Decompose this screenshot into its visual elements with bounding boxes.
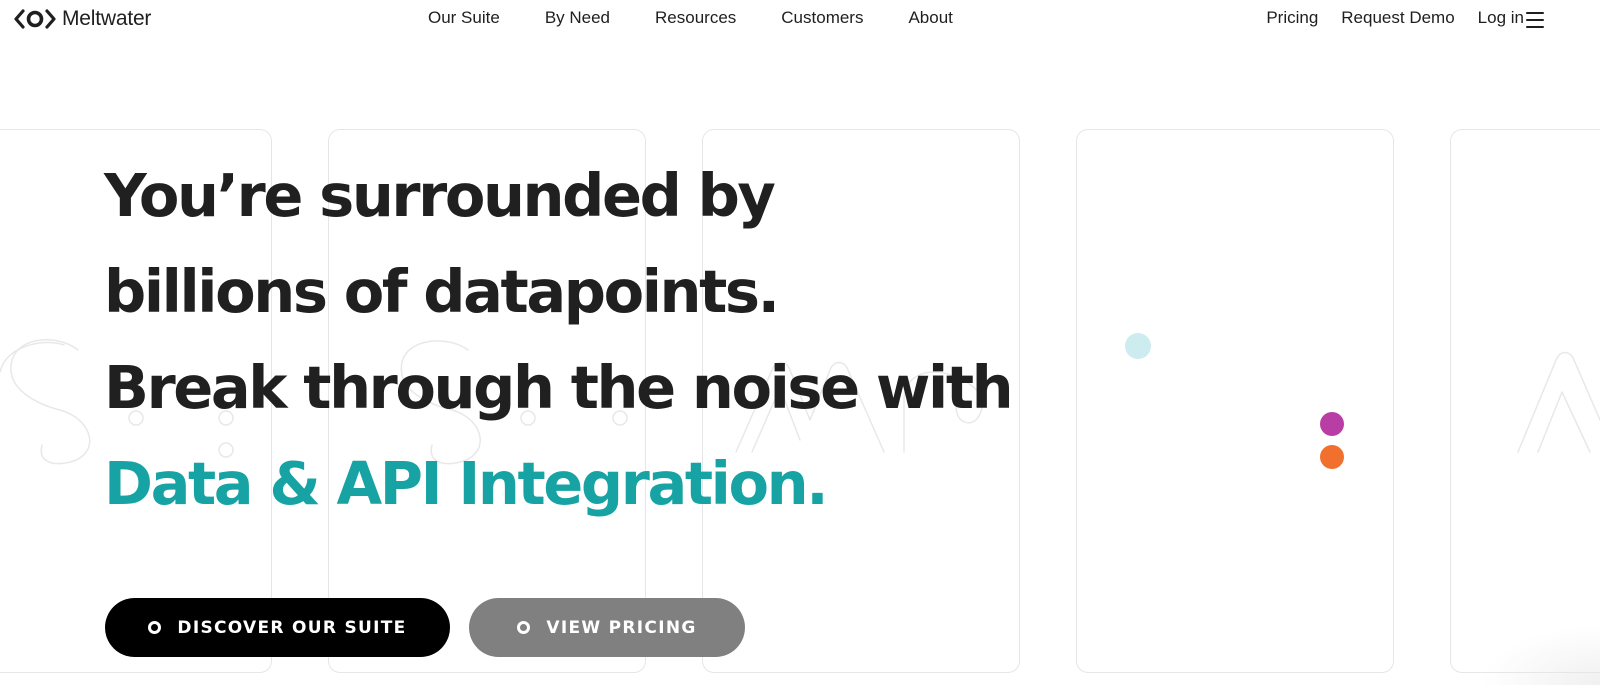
hamburger-line	[1526, 19, 1544, 21]
meltwater-logo-link[interactable]: Meltwater	[14, 4, 151, 34]
discover-our-suite-label: DISCOVER OUR SUITE	[177, 617, 407, 638]
main-menu-item: Customers	[781, 8, 863, 28]
ring-icon	[148, 621, 162, 634]
main-menu-item: Resources	[655, 8, 736, 28]
hamburger-line	[1526, 12, 1544, 14]
nav-link-by-need[interactable]: By Need	[545, 8, 610, 27]
main-menu: Our Suite By Need Resources Customers Ab…	[428, 8, 953, 28]
nav-link-pricing[interactable]: Pricing	[1266, 8, 1318, 27]
meltwater-logo-icon	[14, 9, 56, 29]
view-pricing-label: VIEW PRICING	[546, 617, 697, 638]
hero-line-3: Break through the noise with	[104, 353, 1014, 422]
hero-section: You’re surrounded by billions of datapoi…	[104, 148, 1014, 532]
hero-line-2: billions of datapoints.	[104, 257, 780, 326]
hamburger-line	[1526, 26, 1544, 28]
page: Meltwater Our Suite By Need Resources Cu…	[0, 0, 1600, 685]
utility-menu-item: Log in	[1478, 8, 1524, 28]
decorative-dot-light	[1125, 333, 1151, 359]
decorative-dot-magenta	[1320, 412, 1344, 436]
nav-link-our-suite[interactable]: Our Suite	[428, 8, 500, 27]
top-navigation: Meltwater Our Suite By Need Resources Cu…	[0, 0, 1600, 40]
nav-link-about[interactable]: About	[908, 8, 952, 27]
utility-menu-item: Pricing	[1266, 8, 1318, 28]
hero-line-accent: Data & API Integration.	[104, 449, 829, 518]
hero-line-1: You’re surrounded by	[104, 161, 776, 230]
main-menu-item: By Need	[545, 8, 610, 28]
discover-our-suite-button[interactable]: DISCOVER OUR SUITE	[105, 598, 450, 657]
utility-menu-item: Request Demo	[1341, 8, 1454, 28]
view-pricing-button[interactable]: VIEW PRICING	[469, 598, 745, 657]
nav-link-resources[interactable]: Resources	[655, 8, 736, 27]
corner-shadow	[1480, 625, 1600, 685]
hamburger-menu-icon[interactable]	[1526, 12, 1544, 28]
ring-icon	[517, 621, 531, 634]
nav-link-log-in[interactable]: Log in	[1478, 8, 1524, 27]
main-menu-item: Our Suite	[428, 8, 500, 28]
nav-link-customers[interactable]: Customers	[781, 8, 863, 27]
decorative-dot-orange	[1320, 445, 1344, 469]
hero-heading: You’re surrounded by billions of datapoi…	[104, 148, 1014, 532]
nav-link-request-demo[interactable]: Request Demo	[1341, 8, 1454, 27]
main-menu-item: About	[908, 8, 952, 28]
brand-name: Meltwater	[62, 7, 152, 30]
utility-menu: Pricing Request Demo Log in	[1266, 8, 1524, 28]
